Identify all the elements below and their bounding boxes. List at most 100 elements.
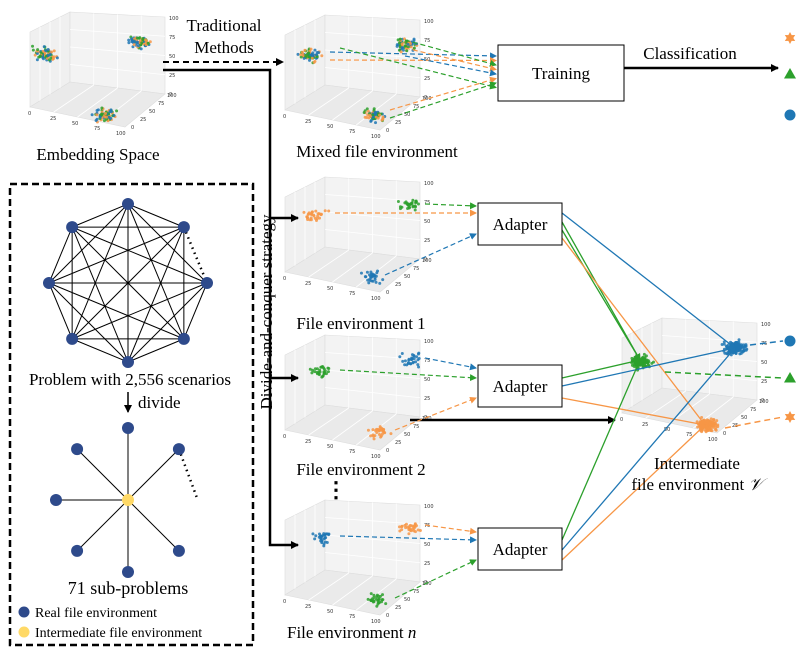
data-point	[714, 426, 718, 430]
data-point	[410, 358, 414, 362]
y-tick-label: 100	[759, 399, 769, 405]
y-tick-label: 0	[386, 448, 389, 454]
data-point	[377, 433, 381, 437]
data-point	[115, 109, 119, 113]
traditional-methods-label: Traditional	[187, 16, 262, 35]
env1-plot: 025507510002550751000255075100	[283, 176, 434, 302]
x-tick-label: 0	[283, 276, 286, 282]
data-point	[380, 593, 384, 597]
data-point	[742, 349, 746, 353]
mixed-env-label: Mixed file environment	[296, 142, 458, 161]
data-point	[316, 212, 320, 216]
data-point	[366, 597, 370, 601]
data-point	[314, 534, 318, 538]
data-point	[413, 530, 417, 534]
data-point	[409, 45, 413, 49]
star-edge	[76, 499, 129, 552]
z-tick-label: 75	[424, 200, 430, 206]
data-point	[322, 532, 326, 536]
legend-intermediate-label: Intermediate file environment	[35, 626, 202, 641]
data-point	[306, 52, 310, 56]
real-env-node	[177, 332, 190, 345]
x-tick-label: 100	[371, 296, 381, 302]
data-point	[709, 417, 713, 421]
z-tick-label: 100	[424, 19, 434, 25]
graph-edge	[48, 226, 185, 284]
data-point	[714, 428, 718, 432]
data-point	[368, 273, 372, 277]
data-point	[368, 113, 372, 117]
data-point	[399, 50, 403, 54]
data-point	[415, 355, 419, 359]
x-tick-label: 100	[371, 134, 381, 140]
data-point	[36, 48, 40, 52]
z-tick-label: 75	[424, 38, 430, 44]
y-tick-label: 25	[395, 120, 401, 126]
data-point	[407, 532, 411, 536]
real-env-node	[172, 544, 185, 557]
data-point	[312, 60, 316, 64]
circle-icon	[784, 335, 796, 347]
real-env-node	[122, 566, 134, 578]
data-point	[400, 528, 404, 532]
y-tick-label: 100	[167, 93, 177, 99]
data-point	[308, 218, 312, 222]
data-point	[371, 115, 375, 119]
x-tick-label: 25	[642, 422, 648, 428]
legend-real-label: Real file environment	[35, 606, 157, 621]
x-tick-label: 75	[349, 129, 355, 135]
x-tick-label: 25	[305, 604, 311, 610]
data-point	[100, 112, 104, 116]
data-point	[51, 57, 55, 61]
data-point	[378, 113, 382, 117]
circle-icon	[784, 109, 796, 121]
z-tick-label: 100	[424, 339, 434, 345]
z-tick-label: 50	[424, 219, 430, 225]
star-edge	[127, 499, 180, 552]
data-point	[404, 522, 408, 526]
data-point	[311, 532, 315, 536]
data-point	[413, 205, 417, 209]
data-point	[398, 41, 402, 45]
data-point	[401, 359, 405, 363]
data-point	[408, 205, 412, 209]
real-env-node	[66, 221, 79, 234]
z-tick-label: 25	[424, 561, 430, 567]
real-env-node	[71, 544, 84, 557]
x-tick-label: 75	[349, 449, 355, 455]
data-point	[407, 357, 411, 361]
graph-edge	[48, 282, 185, 340]
data-point	[379, 435, 383, 439]
data-point	[410, 201, 414, 205]
y-tick-label: 0	[386, 290, 389, 296]
data-point	[296, 52, 300, 56]
x-tick-label: 50	[327, 286, 333, 292]
data-point	[400, 351, 404, 355]
y-tick-label: 75	[413, 266, 419, 272]
star-edge	[76, 448, 129, 501]
data-point	[372, 593, 376, 597]
x-tick-label: 100	[708, 437, 718, 443]
data-point	[743, 345, 747, 349]
data-point	[313, 370, 317, 374]
z-tick-label: 100	[761, 322, 771, 328]
data-point	[320, 365, 324, 369]
data-point	[109, 116, 113, 120]
dashed-arrow-to-adapter	[424, 524, 477, 535]
data-point	[321, 374, 325, 378]
data-point	[303, 48, 307, 52]
problem-label: Problem with 2,556 scenarios	[29, 370, 231, 389]
data-point	[323, 536, 327, 540]
data-point	[310, 56, 314, 60]
data-point	[411, 198, 415, 202]
data-point	[127, 41, 131, 45]
ellipsis: ⋮	[325, 477, 347, 502]
data-point	[100, 106, 104, 110]
data-point	[136, 44, 140, 48]
training-box: Training	[497, 44, 625, 102]
x-tick-label: 0	[283, 114, 286, 120]
y-tick-label: 25	[140, 117, 146, 123]
data-point	[320, 534, 324, 538]
real-env-node	[122, 422, 134, 434]
x-tick-label: 0	[620, 417, 623, 423]
